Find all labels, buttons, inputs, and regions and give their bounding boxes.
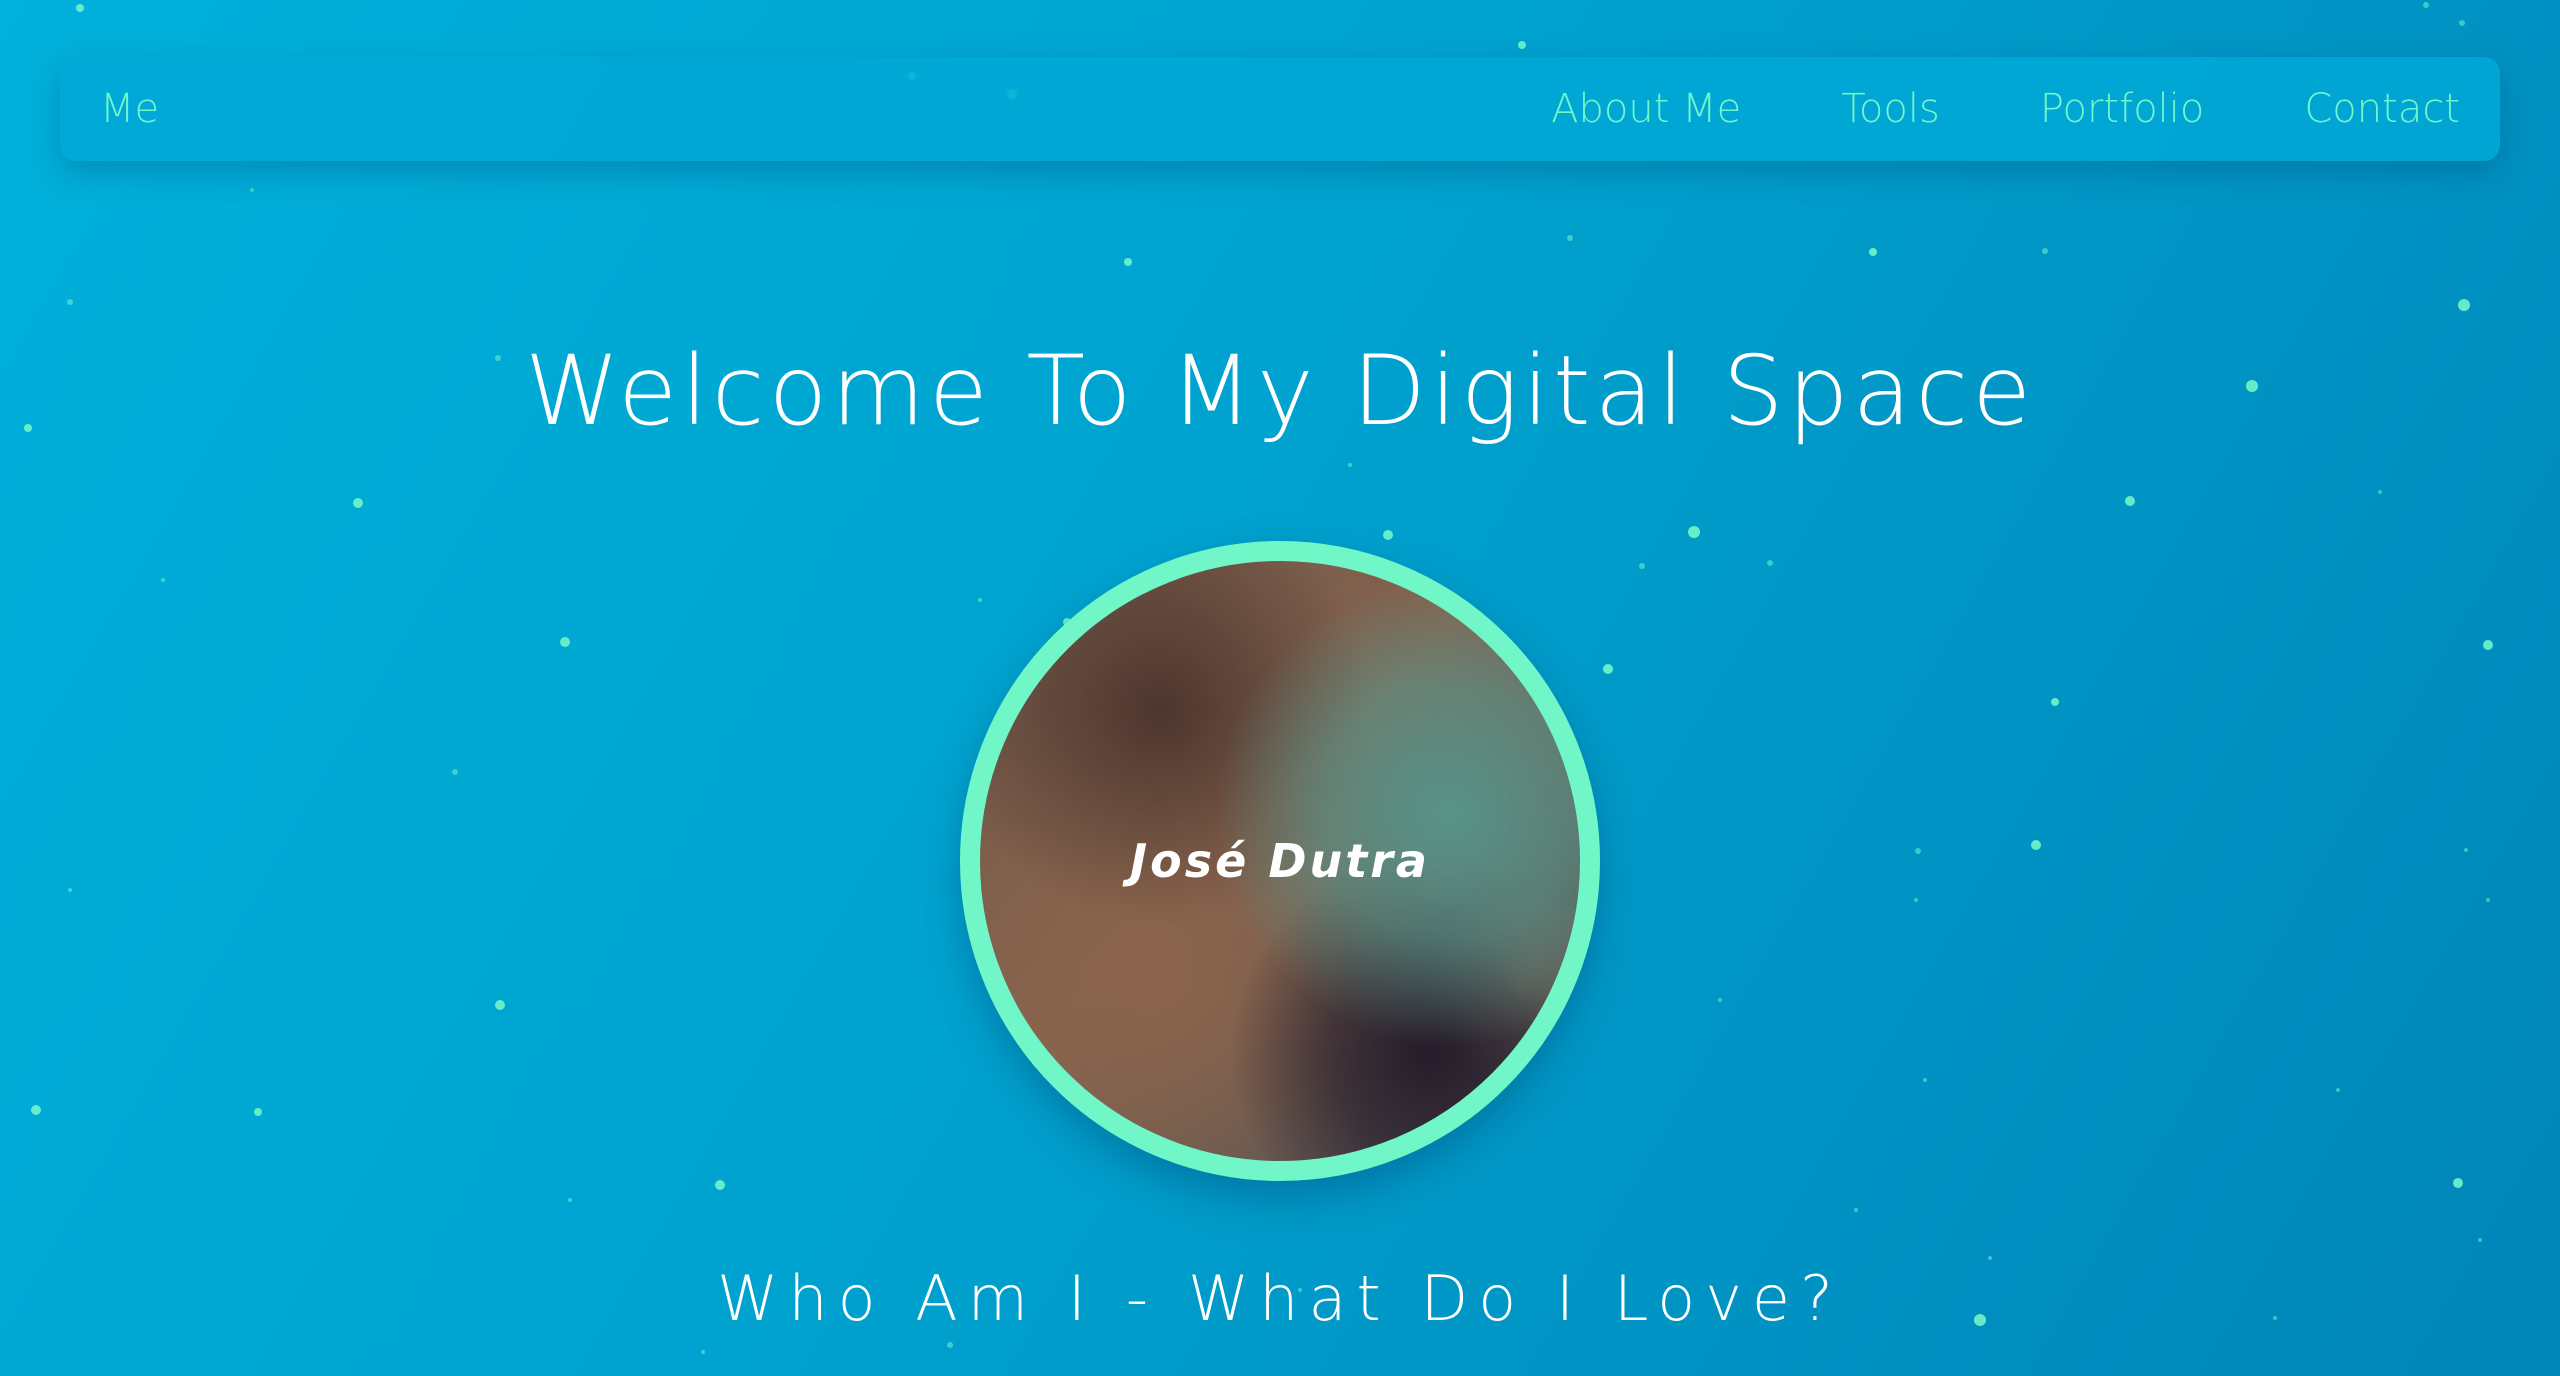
star-particle [2486,898,2490,902]
nav-links: About Me Tools Portfolio Contact [1451,57,2460,161]
star-particle [2459,20,2465,26]
star-particle [2478,1238,2482,1242]
star-particle [701,1350,705,1354]
top-navbar: Me About Me Tools Portfolio Contact [60,57,2500,161]
star-particle [2483,640,2493,650]
star-particle [2378,490,2382,494]
star-particle [31,1105,41,1115]
nav-link-tools[interactable]: Tools [1841,86,1940,132]
star-particle [1869,248,1877,256]
star-particle [495,1000,505,1010]
star-particle [1348,463,1352,467]
star-particle [161,578,165,582]
star-particle [1639,563,1645,569]
star-particle [1854,1208,1858,1212]
nav-link-about-me[interactable]: About Me [1551,86,1741,132]
star-particle [1767,560,1773,566]
star-particle [1718,998,1722,1002]
star-particle [715,1180,725,1190]
star-particle [1383,530,1393,540]
nav-link-contact[interactable]: Contact [2304,86,2460,132]
star-particle [250,188,254,192]
profile-avatar: José Dutra [960,541,1600,1181]
avatar-name-label: José Dutra [1130,834,1430,888]
brand-link[interactable]: Me [100,57,159,161]
star-particle [76,4,84,12]
star-particle [1518,41,1526,49]
hero-title: Welcome To My Digital Space [524,335,2036,447]
nav-link-portfolio[interactable]: Portfolio [2040,86,2205,132]
star-particle [1688,526,1700,538]
star-particle [2042,248,2048,254]
star-particle [2453,1178,2463,1188]
star-particle [353,498,363,508]
star-particle [2125,496,2135,506]
star-particle [2051,698,2059,706]
star-particle [2423,2,2429,8]
star-particle [1923,1078,1927,1082]
hero-subtitle: Who Am I - What Do I Love? [717,1262,1843,1335]
star-particle [2464,848,2468,852]
star-particle [2458,299,2470,311]
star-particle [560,637,570,647]
star-particle [1915,848,1921,854]
star-particle [1567,235,1573,241]
star-particle [68,888,72,892]
star-particle [2336,1088,2340,1092]
star-particle [1603,664,1613,674]
star-particle [1914,898,1918,902]
star-particle [947,1342,953,1348]
star-particle [254,1108,262,1116]
star-particle [1988,1256,1992,1260]
star-particle [452,769,458,775]
star-particle [568,1198,572,1202]
star-particle [1124,258,1132,266]
star-particle [67,299,73,305]
star-particle [2031,840,2041,850]
